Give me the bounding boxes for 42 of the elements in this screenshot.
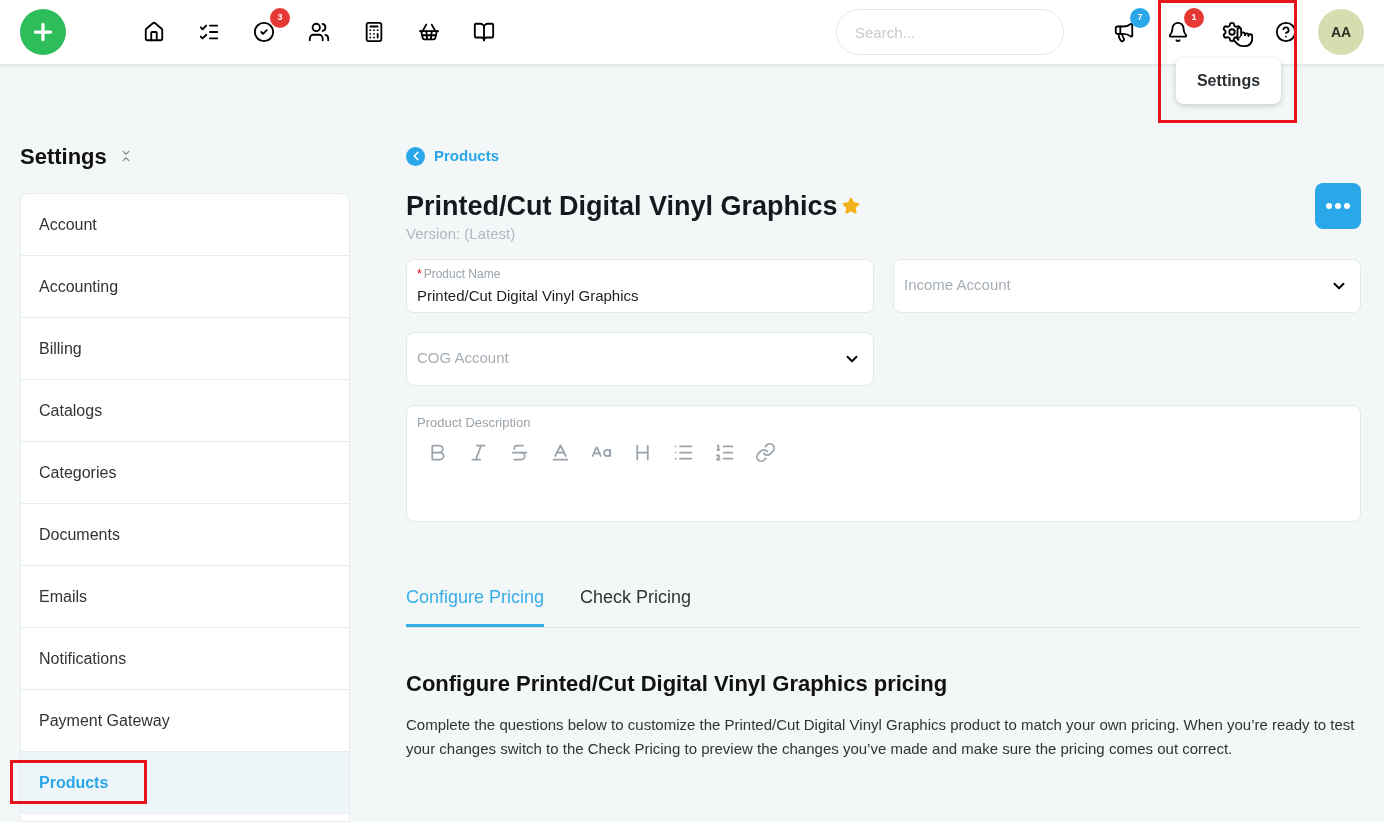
- field-label: Product Description: [417, 413, 532, 432]
- product-title: Printed/Cut Digital Vinyl Graphics: [406, 189, 838, 223]
- section-description: Complete the questions below to customize the Printed/Cut Digital Vinyl Graphics product to match your own pricing. When you’re ready to test your changes switch to the Check Pricing to preview the changes you’ve made and make sure the pricing comes out correct.: [406, 714, 1356, 759]
- sidebar-item[interactable]: Emails: [21, 566, 349, 628]
- count-badge: 7: [1130, 8, 1150, 28]
- sidebar-item[interactable]: Notifications: [21, 628, 349, 690]
- sidebar-item[interactable]: Categories: [21, 442, 349, 504]
- check-circle-icon[interactable]: [252, 20, 276, 44]
- ellipsis-icon: [1326, 203, 1350, 209]
- text-color-icon[interactable]: [550, 442, 571, 463]
- search-field[interactable]: Search...: [836, 9, 1064, 55]
- book-icon[interactable]: [472, 20, 496, 44]
- required-asterisk: *: [417, 266, 422, 281]
- link-icon[interactable]: [755, 442, 776, 463]
- sidebar-item[interactable]: Catalogs: [21, 380, 349, 442]
- home-icon[interactable]: [142, 20, 166, 44]
- numbered-list-icon[interactable]: [714, 442, 735, 463]
- select-placeholder: Income Account: [904, 275, 1011, 296]
- field-label: Product Name: [423, 266, 501, 281]
- megaphone-icon[interactable]: [1112, 20, 1136, 44]
- sidebar-title: Settings: [20, 142, 107, 171]
- version-label: Version: (Latest): [406, 224, 517, 244]
- strikethrough-icon[interactable]: [509, 442, 530, 463]
- star-icon[interactable]: [841, 197, 860, 215]
- sidebar-item[interactable]: Account: [21, 194, 349, 256]
- people-icon[interactable]: [307, 20, 331, 44]
- count-badge: 3: [270, 8, 290, 28]
- sidebar-item[interactable]: Billing: [21, 318, 349, 380]
- bell-icon[interactable]: [1166, 20, 1190, 44]
- settings-tooltip: Settings: [1176, 58, 1281, 104]
- section-heading: Configure Printed/Cut Digital Vinyl Graphics pricing: [406, 669, 949, 698]
- select-placeholder: COG Account: [417, 348, 509, 369]
- pricing-tab[interactable]: Check Pricing: [580, 583, 692, 627]
- pointer-cursor-icon: [1232, 26, 1254, 48]
- field-value: Printed/Cut Digital Vinyl Graphics: [417, 285, 640, 306]
- user-avatar[interactable]: AA: [1318, 9, 1364, 55]
- more-button[interactable]: [1315, 183, 1361, 229]
- sidebar-item[interactable]: Accounting: [21, 256, 349, 318]
- sidebar-item[interactable]: Documents: [21, 504, 349, 566]
- product-name-field[interactable]: * Product Name Printed/Cut Digital Vinyl Graphics: [406, 258, 874, 313]
- count-badge: 1: [1184, 8, 1204, 28]
- add-button[interactable]: [20, 9, 66, 55]
